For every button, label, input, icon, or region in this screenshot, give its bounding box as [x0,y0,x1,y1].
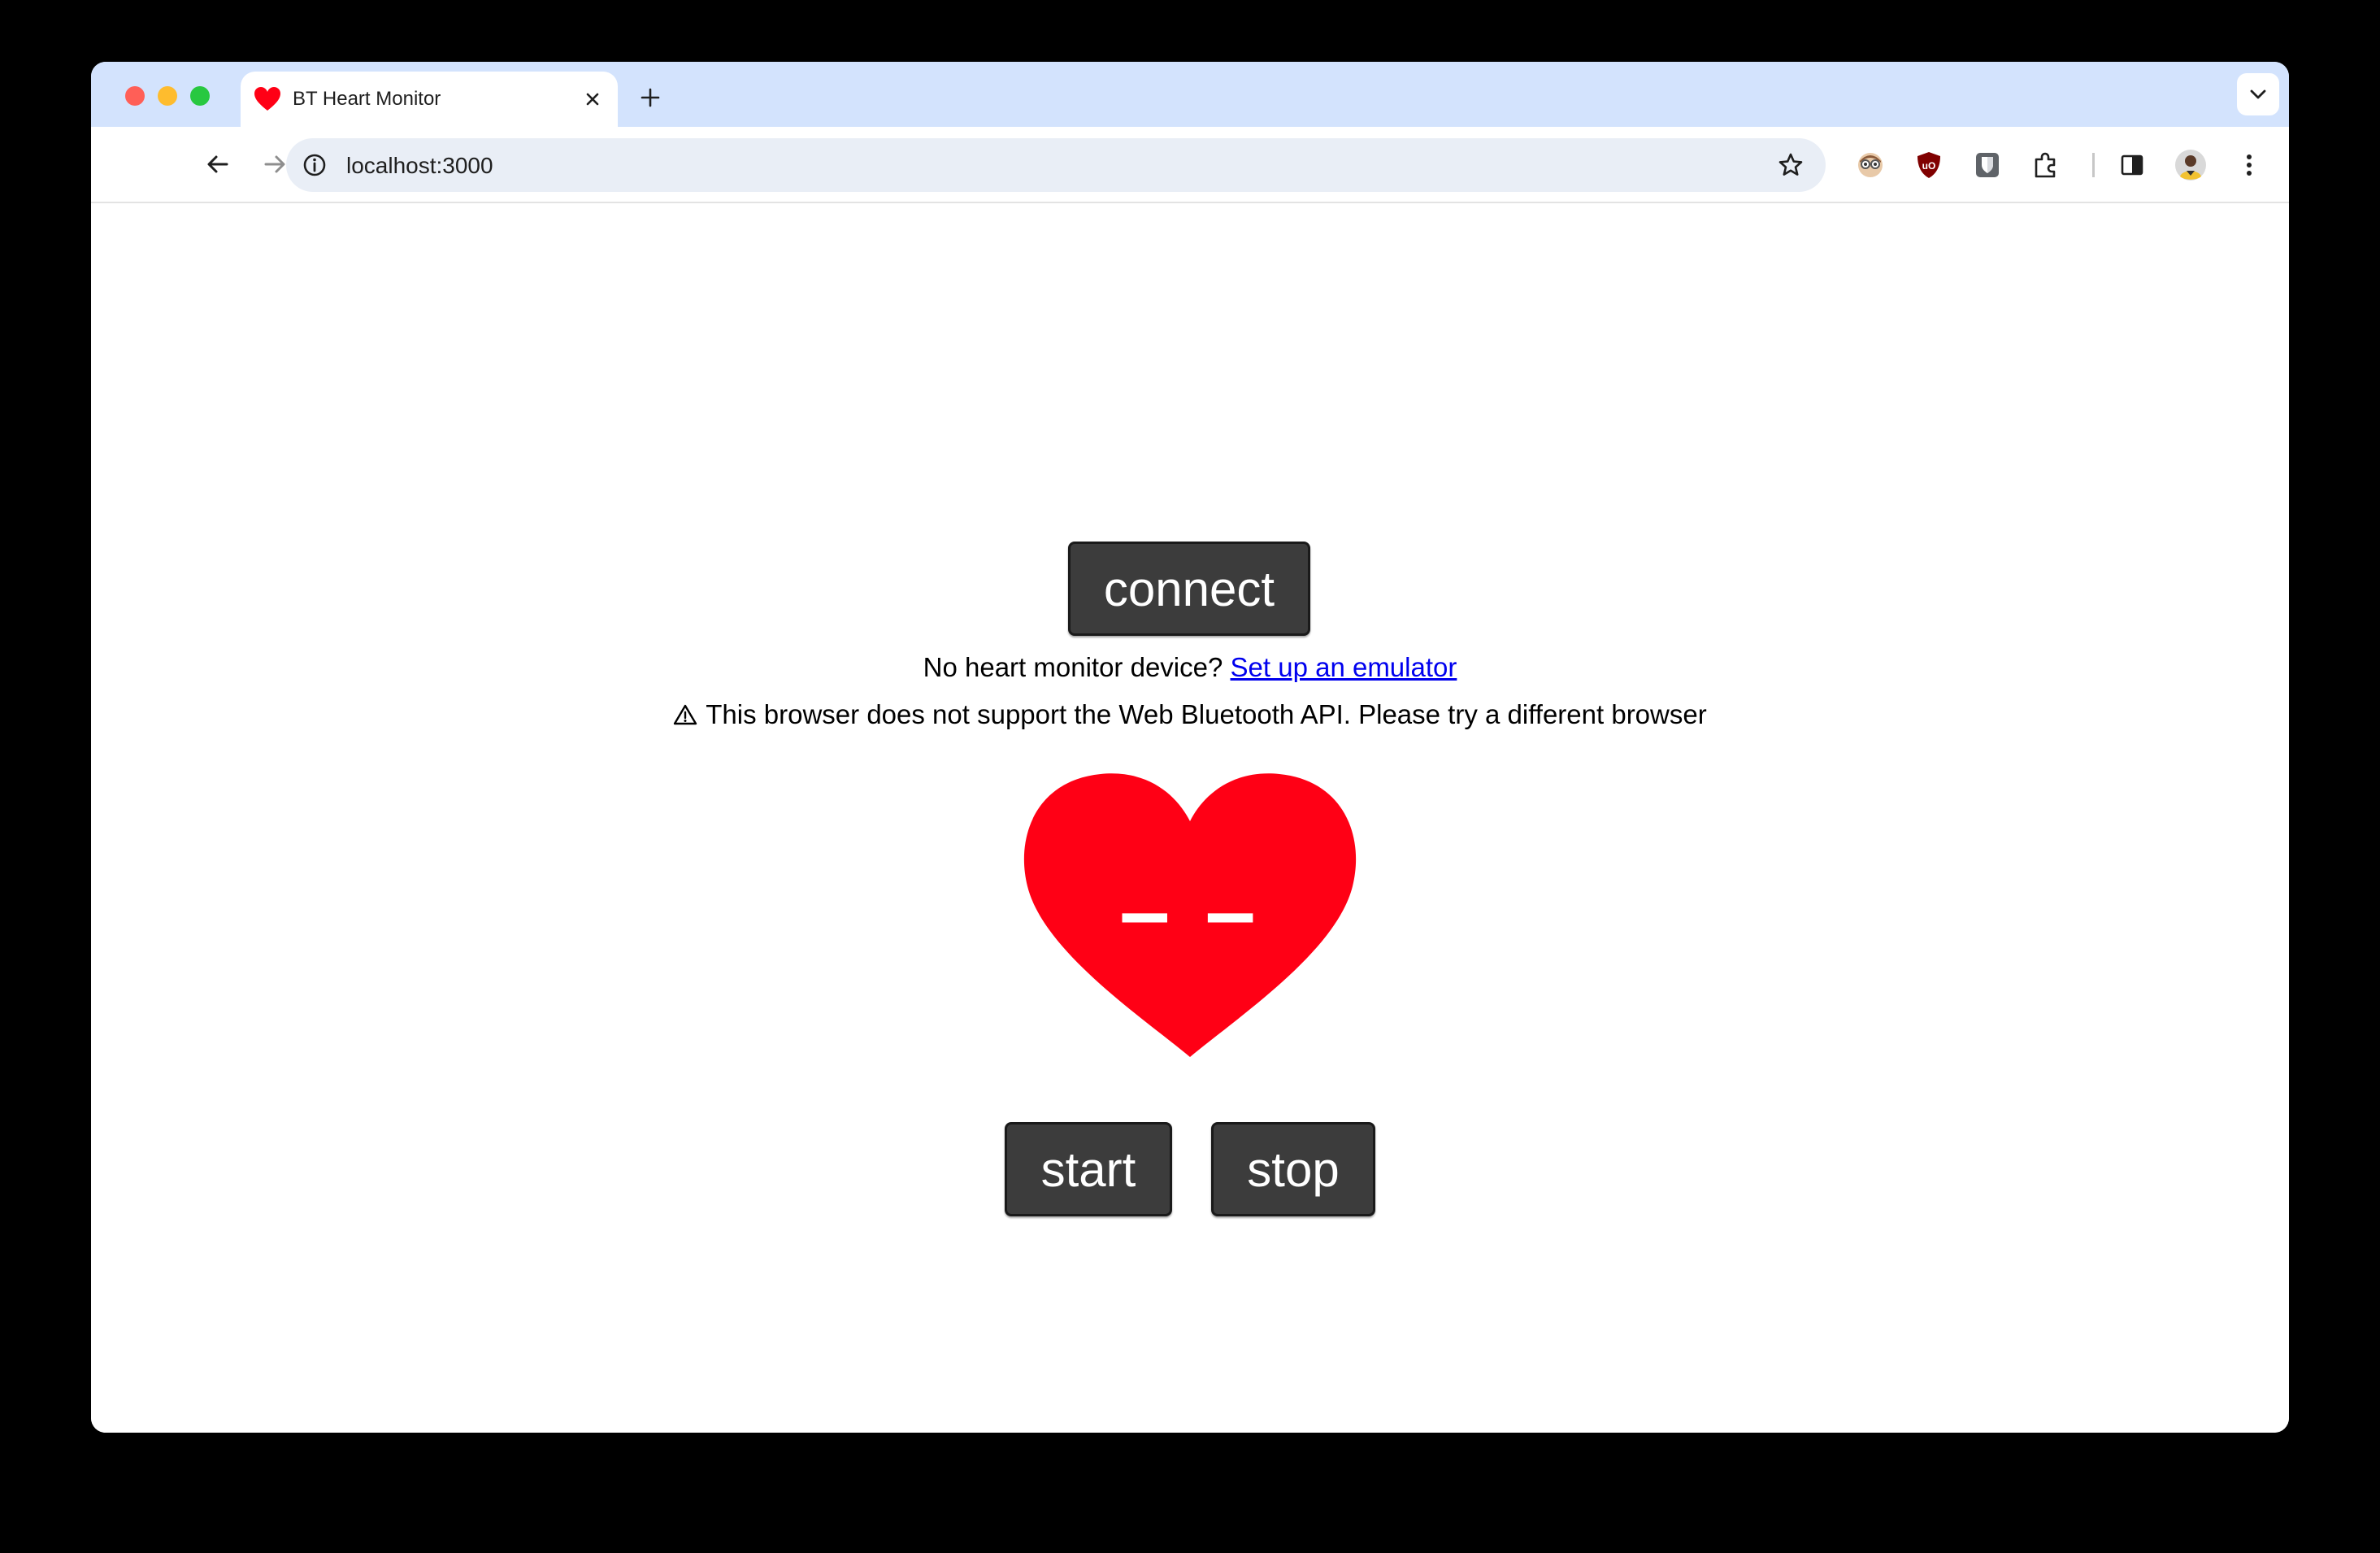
extensions-puzzle-icon[interactable] [2027,146,2065,184]
tab-bt-heart-monitor[interactable]: BT Heart Monitor [241,72,618,127]
heart-rate-value: – – [1119,860,1261,962]
heart-icon [254,87,280,111]
warning-icon [674,704,697,725]
browser-window: BT Heart Monitor localhost:3000 uO conne… [91,62,2289,1433]
bookmark-star-icon[interactable] [1774,148,1808,182]
address-bar[interactable]: localhost:3000 [286,138,1826,192]
side-panel-icon[interactable] [2113,146,2151,184]
new-tab-icon[interactable] [632,80,668,115]
toolbar: localhost:3000 uO [91,127,2289,203]
browser-menu-icon[interactable] [2230,146,2268,184]
back-icon[interactable] [197,143,239,185]
heart-display: – – [1019,772,1361,1065]
site-info-icon[interactable] [298,148,332,182]
stop-button[interactable]: stop [1211,1122,1375,1216]
url-text[interactable]: localhost:3000 [346,153,493,179]
no-device-line: No heart monitor device? Set up an emula… [91,652,2289,683]
minimize-window-button[interactable] [158,86,177,106]
tab-title: BT Heart Monitor [293,88,441,110]
tab-search-icon[interactable] [2237,73,2279,115]
close-tab-icon[interactable] [579,85,606,113]
bitwarden-icon[interactable] [1969,146,2006,184]
page-content: connect No heart monitor device? Set up … [91,203,2289,1433]
no-device-text: No heart monitor device? [923,652,1223,682]
maximize-window-button[interactable] [190,86,210,106]
toolbar-divider [2092,153,2095,177]
profile-avatar[interactable] [2172,146,2209,184]
tab-strip: BT Heart Monitor [91,62,2289,127]
ublock-icon[interactable]: uO [1910,146,1948,184]
svg-text:uO: uO [1922,160,1936,172]
start-button[interactable]: start [1005,1122,1172,1216]
connect-button[interactable]: connect [1068,542,1310,636]
emulator-link[interactable]: Set up an emulator [1231,652,1457,682]
close-window-button[interactable] [125,86,145,106]
extension-avatar-icon[interactable] [1852,146,1889,184]
warning-text: This browser does not support the Web Bl… [706,699,1707,729]
warning-line: This browser does not support the Web Bl… [91,699,2289,730]
